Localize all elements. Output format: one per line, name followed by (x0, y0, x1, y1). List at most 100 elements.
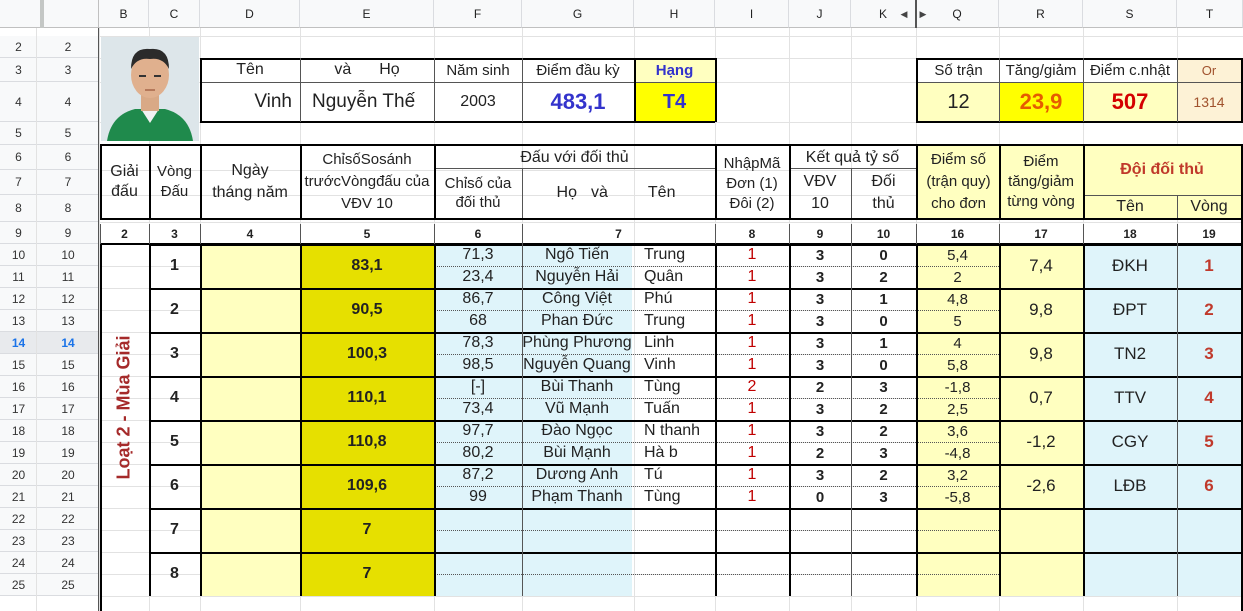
match-points: -5,8 (944, 488, 971, 506)
row-header-18[interactable]: 18 18 (0, 420, 99, 442)
border (522, 376, 523, 420)
row-header-17[interactable]: 17 17 (0, 398, 99, 420)
row-header-6[interactable]: 66 (0, 145, 99, 170)
column-header-H[interactable]: H (634, 0, 715, 28)
row-header-5[interactable]: 55 (0, 122, 99, 145)
corner-select-all[interactable] (0, 0, 99, 28)
label-ho: Họ (379, 61, 400, 78)
round-date[interactable] (200, 464, 300, 508)
row-header-19[interactable]: 19 19 (0, 442, 99, 464)
row-header-3[interactable]: 33 (0, 58, 99, 82)
border (999, 552, 1001, 596)
border (789, 552, 791, 596)
opponent-team: ĐPT (1113, 300, 1147, 319)
round-date[interactable] (200, 376, 300, 420)
row-header-24[interactable]: 24 24 (0, 552, 99, 574)
border (100, 145, 102, 218)
column-header-I[interactable]: I (715, 0, 789, 28)
round-date[interactable] (200, 332, 300, 376)
opponent-index[interactable] (434, 574, 522, 596)
column-header-C[interactable]: C (149, 0, 200, 28)
opponent-name[interactable] (522, 552, 715, 574)
row-header-22[interactable]: 22 22 (0, 508, 99, 530)
row-header-2[interactable]: 22 (0, 36, 99, 58)
opponent-index: 80,2 (462, 444, 494, 461)
border (851, 376, 852, 420)
row-header-13[interactable]: 13 13 (0, 310, 99, 332)
row-number: 20 (61, 467, 75, 482)
column-header-B[interactable]: B (99, 0, 149, 28)
opponent-index[interactable] (434, 530, 522, 552)
row-header-23[interactable]: 23 23 (0, 530, 99, 552)
opponent-index[interactable] (434, 552, 522, 574)
column-header-D[interactable]: D (200, 0, 300, 28)
column-header-E[interactable]: E (300, 0, 434, 28)
round-date[interactable] (200, 552, 300, 596)
match-type-code: 1 (747, 444, 757, 461)
freeze-divider[interactable] (40, 0, 44, 28)
border (715, 224, 716, 244)
opponent-team-round: 3 (1204, 344, 1214, 363)
border (149, 508, 151, 552)
border (434, 288, 436, 332)
row-number: 16 (61, 379, 75, 394)
row-header-10[interactable]: 10 10 (0, 244, 99, 266)
opponent-team: LĐB (1113, 476, 1147, 495)
hidden-columns-left-arrow-icon[interactable]: ◀ (899, 8, 909, 20)
row-header-16[interactable]: 16 16 (0, 376, 99, 398)
border (149, 376, 1243, 378)
border (1083, 195, 1241, 196)
row-header-25[interactable]: 25 25 (0, 574, 99, 596)
label-nam-sinh: Năm sinh (446, 61, 510, 79)
row-header-7[interactable]: 77 (0, 170, 99, 195)
row-header-20[interactable]: 20 20 (0, 464, 99, 486)
dotted-border (916, 574, 999, 575)
row-header-8[interactable]: 88 (0, 195, 99, 222)
border (149, 224, 150, 244)
opponent-name[interactable] (522, 508, 715, 530)
column-header-R[interactable]: R (999, 0, 1083, 28)
round-index: 110,8 (347, 433, 387, 450)
border (100, 244, 102, 611)
border (1177, 376, 1178, 420)
column-header-J[interactable]: J (789, 0, 851, 28)
round-date[interactable] (200, 508, 300, 552)
header-diem-tang-giam: Điểm tăng/giảm từng vòng (1007, 152, 1075, 210)
header-ho: Họ (556, 184, 577, 201)
column-header-F[interactable]: F (434, 0, 522, 28)
border (789, 224, 790, 244)
border (715, 464, 717, 508)
row-header-21[interactable]: 21 21 (0, 486, 99, 508)
hidden-columns-right-arrow-icon[interactable]: ▶ (918, 8, 928, 20)
column-header-Q[interactable]: Q (916, 0, 999, 28)
row-header-12[interactable]: 12 12 (0, 288, 99, 310)
row-header-14[interactable]: 14 14 (0, 332, 99, 354)
dotted-border (916, 266, 999, 267)
season-label: Loạt 2 - Mùa Giải (114, 335, 134, 480)
row-number-frozen: 2 (15, 39, 22, 54)
match-type-code: 2 (747, 378, 757, 395)
row-number-frozen: 25 (11, 577, 26, 592)
row-header-4[interactable]: 44 (0, 82, 99, 122)
border (149, 464, 1243, 466)
border (149, 288, 151, 332)
player-avatar-icon (101, 37, 199, 141)
border (1083, 58, 1084, 122)
row-header-9[interactable]: 99 (0, 222, 99, 244)
opponent-index[interactable] (434, 508, 522, 530)
opponent-given-name: Vinh (644, 356, 676, 373)
header-giai-dau: Giải đấu (110, 162, 139, 200)
opponent-name[interactable] (522, 530, 715, 552)
row-header-15[interactable]: 15 15 (0, 354, 99, 376)
round-date[interactable] (200, 420, 300, 464)
round-date[interactable] (200, 288, 300, 332)
column-header-G[interactable]: G (522, 0, 634, 28)
opponent-name[interactable] (522, 574, 715, 596)
border (300, 464, 302, 508)
score-player: 3 (815, 334, 825, 352)
column-header-S[interactable]: S (1083, 0, 1177, 28)
column-header-T[interactable]: T (1177, 0, 1243, 28)
row-header-11[interactable]: 11 11 (0, 266, 99, 288)
round-date[interactable] (200, 244, 300, 288)
border (1083, 464, 1085, 508)
